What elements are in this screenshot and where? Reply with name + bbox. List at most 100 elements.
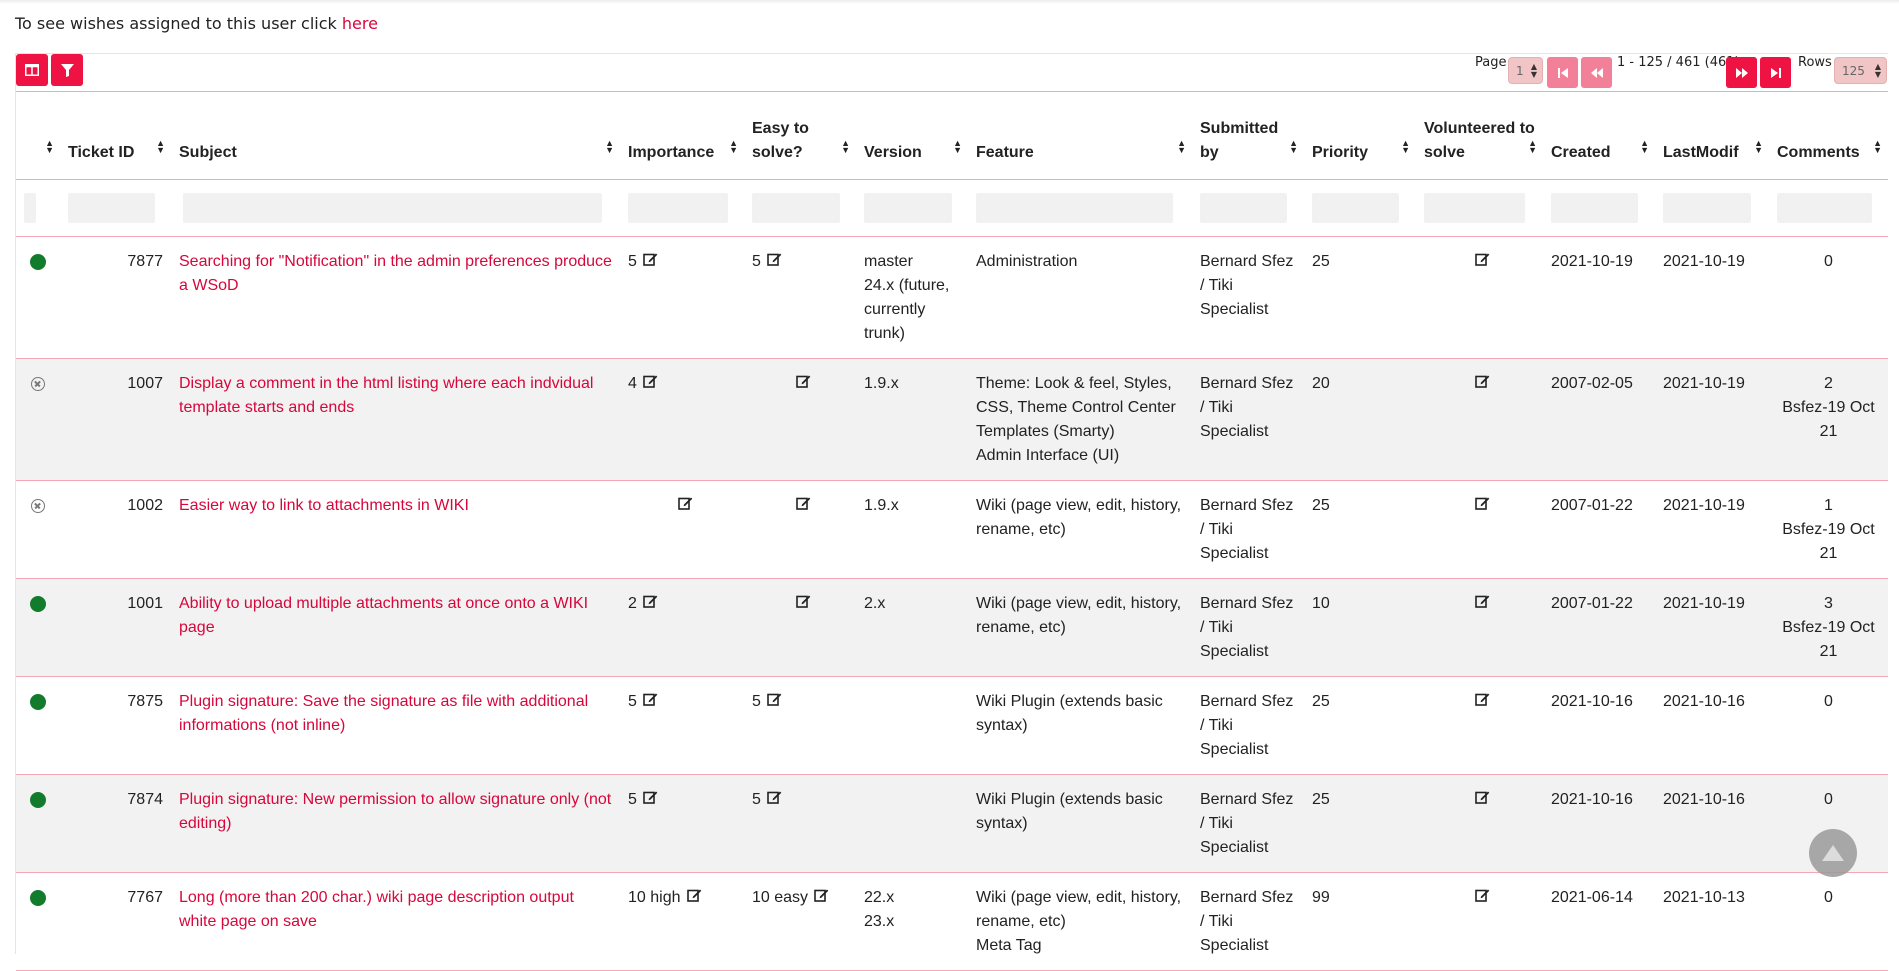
feature-line: Wiki (page view, edit, history, rename, … (976, 889, 1182, 930)
assigned-wishes-link[interactable]: here (342, 14, 378, 33)
subject-link[interactable]: Ability to upload multiple attachments a… (179, 595, 588, 636)
comments-cell: 1 Bsfez-19 Oct 21 (1769, 480, 1888, 579)
priority-cell: 10 (1304, 578, 1416, 677)
version-line: 23.x (864, 913, 895, 930)
page-select[interactable]: 1 ▲ ▼ (1508, 57, 1543, 84)
filter-input-feature[interactable] (976, 193, 1173, 223)
col-feature[interactable]: Feature ▲ ▼ (968, 91, 1192, 180)
easy-cell: 5 (744, 236, 856, 359)
comments-line: 0 (1824, 693, 1833, 710)
volunteered-cell (1416, 236, 1543, 359)
col-created[interactable]: Created ▲ ▼ (1543, 91, 1655, 180)
filter-button[interactable] (51, 54, 83, 86)
col-easy-to-solve[interactable]: Easy to solve? ▲ ▼ (744, 91, 856, 180)
status-cell (16, 578, 60, 677)
created-cell: 2007-01-22 (1543, 578, 1655, 677)
importance-cell: 5 (620, 236, 744, 359)
col-version[interactable]: Version ▲ ▼ (856, 91, 968, 180)
edit-icon[interactable] (814, 886, 829, 910)
filter-input-status[interactable] (24, 193, 36, 223)
edit-icon[interactable] (795, 592, 811, 616)
filter-input-comments[interactable] (1777, 193, 1872, 223)
filter-input-ticket-id[interactable] (68, 193, 155, 223)
edit-icon[interactable] (643, 372, 658, 396)
next-page-button[interactable] (1726, 57, 1757, 88)
priority-cell: 25 (1304, 774, 1416, 873)
col-volunteered[interactable]: Volunteered to solve ▲ ▼ (1416, 91, 1543, 180)
edit-icon[interactable] (1475, 690, 1490, 714)
filter-input-version[interactable] (864, 193, 952, 223)
edit-icon[interactable] (643, 788, 658, 812)
col-importance[interactable]: Importance ▲ ▼ (620, 91, 744, 180)
priority-cell: 99 (1304, 872, 1416, 971)
edit-icon[interactable] (677, 494, 693, 518)
filter-input-volunteered[interactable] (1424, 193, 1525, 223)
col-ticket-id[interactable]: Ticket ID ▲ ▼ (60, 91, 171, 180)
col-priority[interactable]: Priority ▲ ▼ (1304, 91, 1416, 180)
edit-icon[interactable] (795, 494, 811, 518)
subject-cell: Display a comment in the html listing wh… (171, 358, 620, 481)
edit-icon[interactable] (1475, 886, 1490, 910)
filter-input-importance[interactable] (628, 193, 728, 223)
filter-input-created[interactable] (1551, 193, 1638, 223)
skip-end-icon (1770, 67, 1781, 78)
edit-icon[interactable] (1475, 788, 1490, 812)
open-status-icon (30, 890, 46, 906)
subject-link[interactable]: Searching for "Notification" in the admi… (179, 253, 612, 294)
edit-icon[interactable] (1475, 372, 1490, 396)
column-toggle-button[interactable] (16, 54, 48, 86)
col-subject[interactable]: Subject ▲ ▼ (171, 91, 620, 180)
subject-link[interactable]: Plugin signature: Save the signature as … (179, 693, 588, 734)
subject-link[interactable]: Long (more than 200 char.) wiki page des… (179, 889, 574, 930)
easy-cell: 5 (744, 774, 856, 873)
sort-icon: ▲ ▼ (1754, 138, 1763, 155)
volunteered-cell (1416, 872, 1543, 971)
first-page-button[interactable] (1547, 57, 1578, 88)
volunteered-cell (1416, 480, 1543, 579)
sort-icon: ▲ ▼ (1640, 138, 1649, 155)
easy-cell: 5 (744, 676, 856, 775)
edit-icon[interactable] (767, 690, 782, 714)
col-status[interactable]: ▲ ▼ (16, 91, 60, 180)
filter-input-lastmodif[interactable] (1663, 193, 1751, 223)
col-comments[interactable]: Comments ▲ ▼ (1769, 91, 1888, 180)
feature-line: Wiki (page view, edit, history, rename, … (976, 595, 1182, 636)
lastmodif-cell: 2021-10-19 (1655, 236, 1769, 359)
sort-icon: ▲ ▼ (841, 138, 850, 155)
col-submitted-by[interactable]: Submitted by ▲ ▼ (1192, 91, 1304, 180)
version-line: 1.9.x (864, 497, 899, 514)
edit-icon[interactable] (643, 250, 658, 274)
filter-input-priority[interactable] (1312, 193, 1399, 223)
edit-icon[interactable] (643, 592, 658, 616)
subject-cell: Easier way to link to attachments in WIK… (171, 480, 620, 579)
subject-link[interactable]: Easier way to link to attachments in WIK… (179, 497, 469, 514)
edit-icon[interactable] (686, 886, 702, 910)
open-status-icon (30, 792, 46, 808)
edit-icon[interactable] (767, 250, 782, 274)
edit-icon[interactable] (1475, 494, 1490, 518)
status-cell (16, 480, 60, 579)
subject-link[interactable]: Plugin signature: New permission to allo… (179, 791, 611, 832)
status-cell (16, 236, 60, 359)
filter-input-subject[interactable] (183, 193, 602, 223)
subject-link[interactable]: Display a comment in the html listing wh… (179, 375, 593, 416)
comments-line: 3 (1824, 595, 1833, 612)
feature-cell: Administration (968, 236, 1192, 359)
edit-icon[interactable] (795, 372, 811, 396)
last-page-button[interactable] (1760, 57, 1791, 88)
scroll-to-top-button[interactable] (1809, 829, 1857, 877)
edit-icon[interactable] (1475, 592, 1490, 616)
rows-select[interactable]: 125 ▲ ▼ (1834, 57, 1887, 84)
edit-icon[interactable] (767, 788, 782, 812)
sort-icon: ▲ ▼ (953, 138, 962, 155)
previous-page-button[interactable] (1581, 57, 1612, 88)
filter-input-easy[interactable] (752, 193, 840, 223)
edit-icon[interactable] (1475, 250, 1490, 274)
page-range: 1 - 125 / 461 (461) (1617, 55, 1740, 70)
filter-input-submitted[interactable] (1200, 193, 1287, 223)
edit-icon[interactable] (643, 690, 658, 714)
col-lastmodif[interactable]: LastModif ▲ ▼ (1655, 91, 1769, 180)
priority-cell: 25 (1304, 480, 1416, 579)
submitted-by-cell: Bernard Sfez / Tiki Specialist (1192, 358, 1304, 481)
importance-value: 5 (628, 253, 637, 271)
